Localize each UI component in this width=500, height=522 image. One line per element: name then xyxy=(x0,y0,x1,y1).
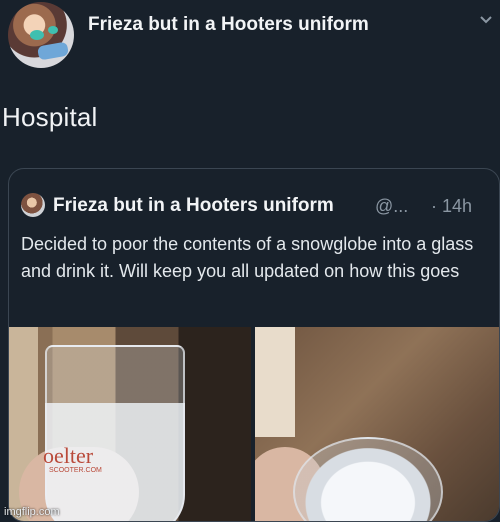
avatar-eye xyxy=(48,26,58,34)
avatar-detail xyxy=(37,41,69,61)
photo-left[interactable]: oelter SCOOTER.COM xyxy=(9,327,251,521)
watermark: imgflip.com xyxy=(4,506,60,518)
chevron-down-icon[interactable] xyxy=(478,12,494,28)
photo-grid: oelter SCOOTER.COM xyxy=(9,327,499,521)
avatar[interactable] xyxy=(8,2,74,68)
glass-brand-subtext: SCOOTER.COM xyxy=(49,467,102,474)
quoted-timestamp: · 14h xyxy=(431,196,473,216)
quoted-author-name[interactable]: Frieza but in a Hooters uniform xyxy=(53,195,334,217)
glass-brand-text: oelter xyxy=(43,443,94,468)
author-name[interactable]: Frieza but in a Hooters uniform xyxy=(88,14,369,36)
avatar-eye xyxy=(30,30,44,40)
glass xyxy=(293,437,443,521)
quoted-tweet[interactable]: Frieza but in a Hooters uniform @... · 1… xyxy=(8,168,500,522)
quoted-text: Decided to poor the contents of a snowgl… xyxy=(21,234,474,281)
wall xyxy=(255,327,295,437)
quoted-avatar[interactable] xyxy=(21,193,45,217)
photo-right[interactable] xyxy=(255,327,499,521)
tweet-header: Frieza but in a Hooters uniform xyxy=(0,0,500,68)
quoted-handle: @... xyxy=(375,196,409,216)
glass xyxy=(45,345,185,521)
post-text: Hospital xyxy=(2,102,98,132)
